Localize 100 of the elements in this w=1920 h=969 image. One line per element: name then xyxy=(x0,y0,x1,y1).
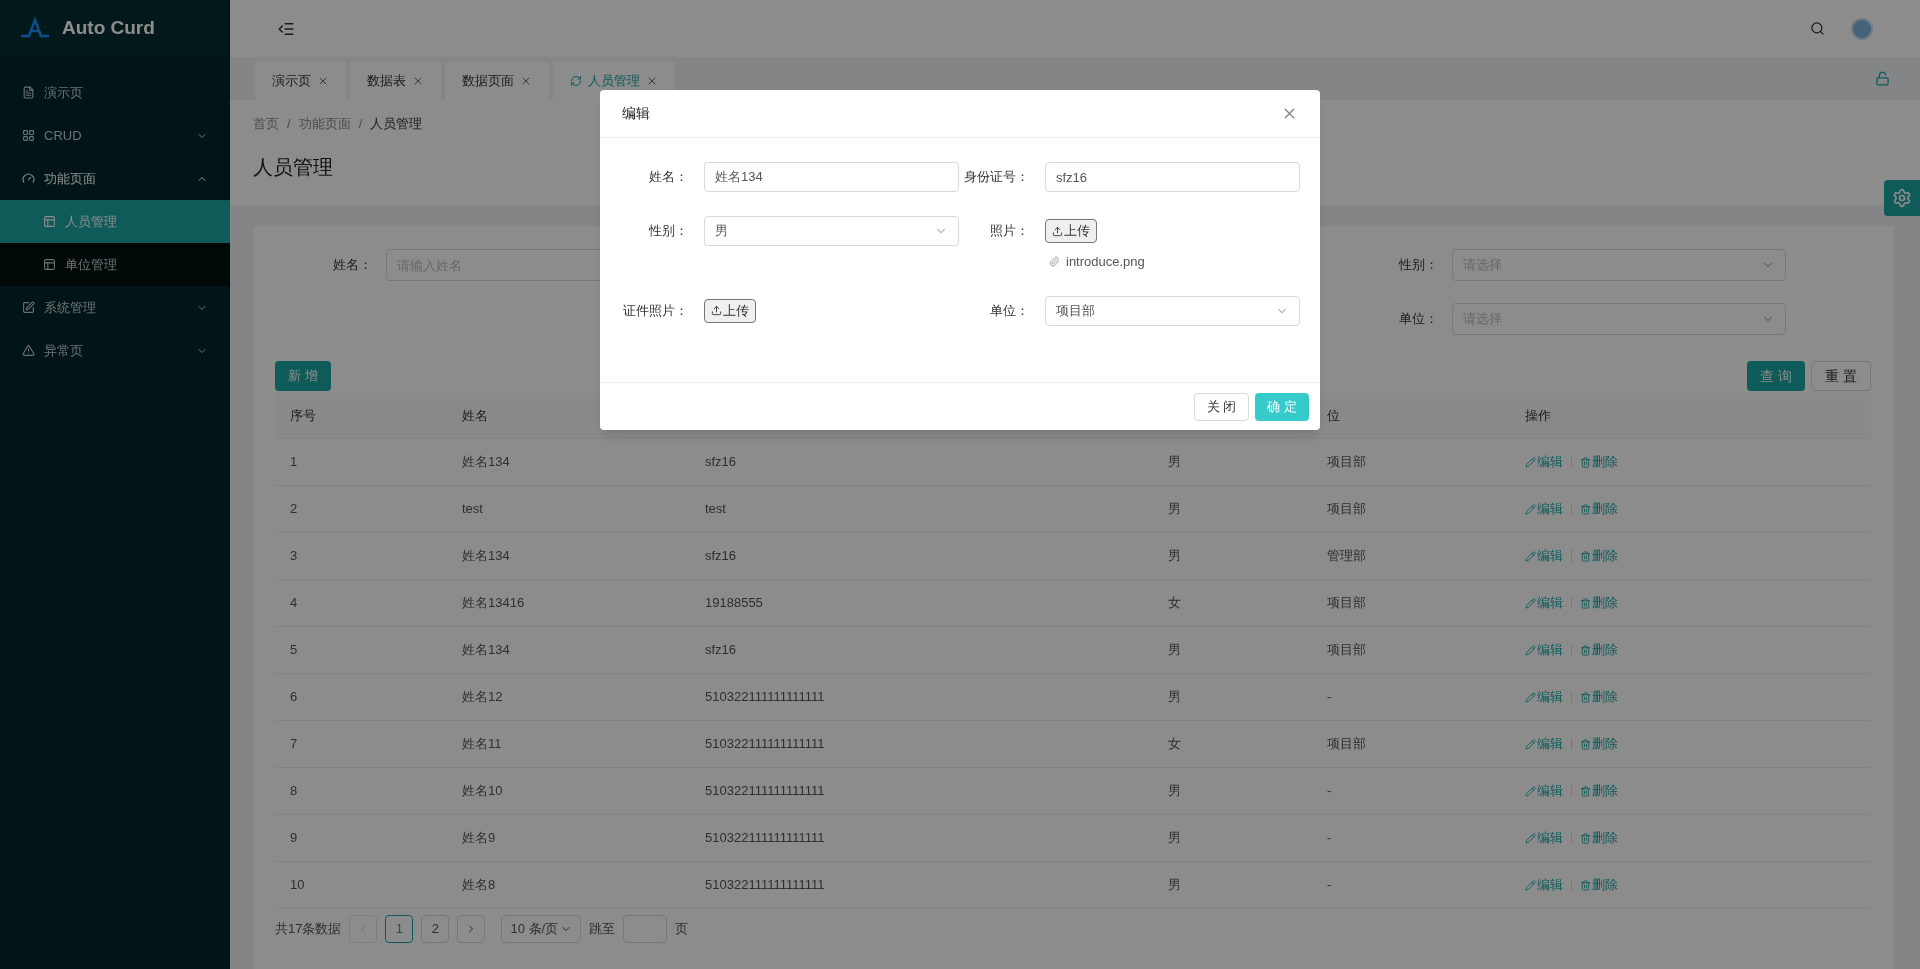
edit-link[interactable]: 编辑 xyxy=(1525,640,1563,660)
delete-link[interactable]: 删除 xyxy=(1580,593,1618,613)
table-cell: 项目部 xyxy=(1327,454,1366,470)
edit-link[interactable]: 编辑 xyxy=(1525,734,1563,754)
text-input[interactable]: sfz16 xyxy=(1045,162,1300,192)
close-icon[interactable] xyxy=(646,75,658,87)
delete-link[interactable]: 删除 xyxy=(1580,781,1618,801)
page-icon xyxy=(43,215,56,228)
lock-icon[interactable] xyxy=(1875,71,1890,86)
edit-link[interactable]: 编辑 xyxy=(1525,828,1563,848)
breadcrumb-separator: / xyxy=(287,115,291,133)
text-input[interactable]: 姓名134 xyxy=(704,162,959,192)
page-size-select[interactable]: 10 条/页 xyxy=(501,915,582,943)
table-cell: 男 xyxy=(1168,783,1181,799)
edit-link[interactable]: 编辑 xyxy=(1525,875,1563,895)
pencil-icon xyxy=(1525,879,1536,891)
trash-icon xyxy=(1580,644,1591,656)
edit-link[interactable]: 编辑 xyxy=(1525,781,1563,801)
search-icon[interactable] xyxy=(1810,21,1825,36)
delete-link[interactable]: 删除 xyxy=(1580,640,1618,660)
file-name[interactable]: introduce.png xyxy=(1066,252,1145,272)
edit-link[interactable]: 编辑 xyxy=(1525,499,1563,519)
refresh-icon xyxy=(570,75,582,87)
table-cell: - xyxy=(1327,877,1332,893)
form-label: 照片： xyxy=(989,222,1029,240)
delete-link[interactable]: 删除 xyxy=(1580,734,1618,754)
delete-link[interactable]: 删除 xyxy=(1580,875,1618,895)
dialog-title: 编辑 xyxy=(622,104,650,123)
page-tab[interactable]: 数据页面 xyxy=(445,62,549,100)
trash-icon xyxy=(1580,503,1591,515)
table-cell: sfz16 xyxy=(705,454,737,470)
form-label: 身份证号： xyxy=(963,168,1029,186)
table-cell: - xyxy=(1327,830,1332,846)
avatar[interactable] xyxy=(1851,17,1873,40)
table-cell: 姓名10 xyxy=(462,783,503,799)
page-button[interactable]: 2 xyxy=(421,915,450,943)
table-cell: - xyxy=(1327,783,1332,799)
add-button[interactable]: 新 增 xyxy=(275,361,331,391)
table-cell: 项目部 xyxy=(1327,595,1366,611)
table-cell: 2 xyxy=(290,501,298,517)
select-field[interactable]: 项目部 xyxy=(1045,295,1300,326)
table-cell: 1 xyxy=(290,454,298,470)
sidebar-item[interactable]: 系统管理 xyxy=(0,286,230,329)
cancel-button[interactable]: 关 闭 xyxy=(1193,392,1250,421)
edit-link[interactable]: 编辑 xyxy=(1525,546,1563,566)
table-cell: 男 xyxy=(1168,642,1181,658)
menu-icon xyxy=(22,301,35,314)
pencil-icon xyxy=(1525,832,1536,844)
breadcrumb-separator: / xyxy=(358,115,363,133)
breadcrumb-item[interactable]: 功能页面 xyxy=(298,114,351,134)
confirm-button[interactable]: 确 定 xyxy=(1255,392,1309,421)
table-cell: 项目部 xyxy=(1327,642,1366,658)
table-cell: 男 xyxy=(1168,877,1181,893)
delete-link[interactable]: 删除 xyxy=(1580,687,1618,707)
delete-link[interactable]: 删除 xyxy=(1580,452,1618,472)
page-title: 人员管理 xyxy=(253,154,333,180)
trash-icon xyxy=(1580,785,1591,797)
sidebar-item[interactable]: CRUD xyxy=(0,114,230,157)
edit-link[interactable]: 编辑 xyxy=(1525,593,1563,613)
breadcrumb-item[interactable]: 首页 xyxy=(253,114,279,134)
close-icon[interactable] xyxy=(520,75,532,87)
menu-icon xyxy=(22,344,35,357)
page-tab[interactable]: 数据表 xyxy=(350,62,441,100)
page-button[interactable]: 1 xyxy=(385,915,414,943)
sidebar-item[interactable]: 演示页 xyxy=(0,71,230,114)
pencil-icon xyxy=(1525,644,1536,656)
upload-button[interactable]: 上传 xyxy=(1045,219,1097,243)
edit-link[interactable]: 编辑 xyxy=(1525,452,1563,472)
menu-icon xyxy=(22,129,35,142)
settings-button[interactable] xyxy=(1884,180,1920,216)
trash-icon xyxy=(1580,879,1591,891)
jump-label: 跳至 xyxy=(589,920,616,939)
table-cell: 姓名8 xyxy=(462,877,496,893)
close-icon[interactable] xyxy=(412,75,424,87)
select-field[interactable]: 男 xyxy=(704,216,959,246)
delete-link[interactable]: 删除 xyxy=(1580,828,1618,848)
sidebar-item[interactable]: 功能页面 xyxy=(0,157,230,200)
delete-link[interactable]: 删除 xyxy=(1580,499,1618,519)
page-unit-label: 页 xyxy=(675,920,689,939)
table-cell: 项目部 xyxy=(1327,501,1366,517)
table-cell: 男 xyxy=(1168,501,1181,517)
form-label: 姓名： xyxy=(648,168,688,186)
reset-button[interactable]: 重 置 xyxy=(1811,361,1871,391)
trash-icon xyxy=(1580,738,1591,750)
trash-icon xyxy=(1580,691,1591,703)
query-button[interactable]: 查 询 xyxy=(1747,361,1806,391)
submenu-item[interactable]: 人员管理 xyxy=(0,200,230,243)
close-icon[interactable] xyxy=(317,75,329,87)
sidebar-item[interactable]: 异常页 xyxy=(0,329,230,372)
upload-button[interactable]: 上传 xyxy=(704,298,756,323)
table-cell: 6 xyxy=(290,689,298,705)
pencil-icon xyxy=(1525,597,1536,609)
table-cell: 9 xyxy=(290,830,298,846)
page-tab[interactable]: 演示页 xyxy=(255,62,346,100)
submenu-item[interactable]: 单位管理 xyxy=(0,243,230,286)
delete-link[interactable]: 删除 xyxy=(1580,546,1618,566)
table-cell: - xyxy=(1327,689,1332,705)
table-cell: 姓名134 xyxy=(462,548,510,564)
edit-link[interactable]: 编辑 xyxy=(1525,687,1563,707)
table-cell: 男 xyxy=(1168,454,1181,470)
